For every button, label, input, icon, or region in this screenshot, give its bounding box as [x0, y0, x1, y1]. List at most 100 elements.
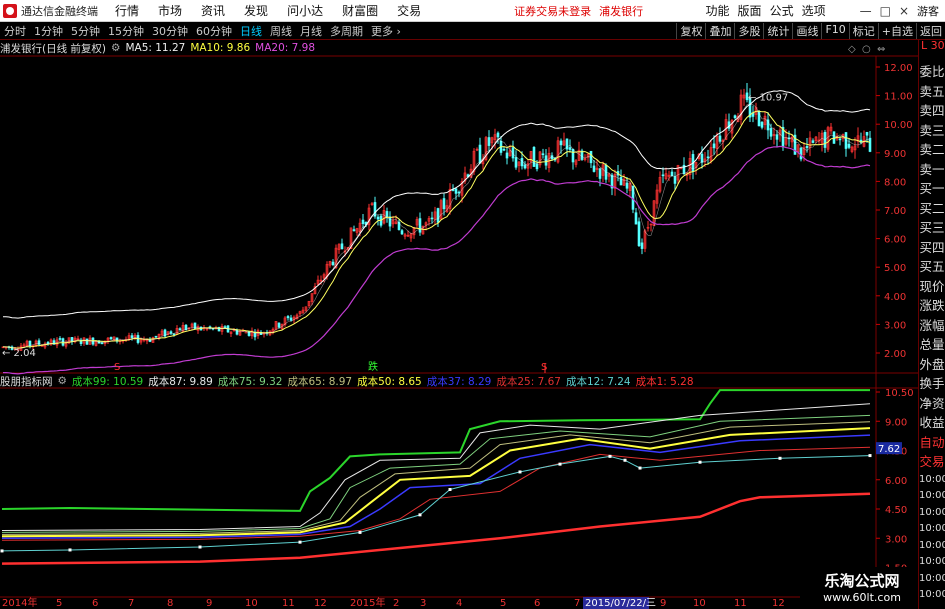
- candle-body: [541, 153, 545, 156]
- chart-title: 浦发银行(日线 前复权): [0, 42, 107, 55]
- side-item-15[interactable]: 外盘: [919, 355, 945, 375]
- side-item-2[interactable]: 卖四: [919, 101, 945, 121]
- ma10-line: [2, 110, 871, 349]
- time-label-18: 10: [693, 598, 706, 609]
- cursor-date: 2015/07/22/三: [585, 598, 656, 609]
- indicator-value-7: 成本12: 7.24: [565, 375, 631, 388]
- candle-body: [805, 146, 809, 149]
- candle-body: [277, 322, 281, 328]
- indicator-value-4: 成本50: 8.65: [357, 375, 422, 388]
- side-item-3[interactable]: 卖三: [919, 121, 945, 141]
- candle-body: [388, 216, 392, 227]
- time-label-3: 7: [128, 598, 134, 609]
- side-item-5[interactable]: 卖一: [919, 160, 945, 180]
- watermark-title: 乐淘公式网: [824, 572, 900, 590]
- time-label-14: 6: [534, 598, 540, 609]
- candle-body: [178, 328, 182, 331]
- candles-group: [1, 82, 872, 353]
- price-tick-8: 4.00: [884, 292, 906, 303]
- cost12-marker: [418, 513, 422, 517]
- candle-body: [442, 198, 446, 210]
- signal-1: 跌: [368, 360, 378, 373]
- price-tick-0: 12.00: [884, 63, 913, 74]
- side-item-7[interactable]: 买二: [919, 199, 945, 219]
- toolbar-btn-8[interactable]: 返回: [916, 22, 945, 39]
- side-item-17[interactable]: 净资: [919, 394, 945, 414]
- candle-body: [376, 216, 380, 220]
- cost12-marker: [518, 470, 522, 474]
- side-item-11[interactable]: 现价: [919, 277, 945, 297]
- time-label-17: 9: [660, 598, 666, 609]
- cost25-line: [1, 446, 871, 541]
- indicator-value-1: 成本87: 9.89: [148, 375, 213, 388]
- candle-body: [523, 164, 527, 169]
- side-item-13[interactable]: 涨幅: [919, 316, 945, 336]
- low-price-label: ← 2.04: [2, 348, 36, 359]
- main-chart-legend: 浦发银行(日线 前复权) ⚙ MA5: 11.27 MA10: 9.86 MA2…: [0, 41, 320, 55]
- ma10-value: MA10: 9.86: [190, 42, 251, 54]
- candle-body: [430, 217, 434, 220]
- time-label-1: 5: [56, 598, 62, 609]
- ma5-line: [2, 104, 871, 349]
- settings-gear-icon[interactable]: ⚙: [111, 42, 120, 54]
- side-item-16[interactable]: 换手: [919, 374, 945, 394]
- candle-body: [733, 115, 737, 119]
- candle-body: [865, 131, 869, 136]
- indicator-gear-icon[interactable]: ⚙: [58, 375, 67, 387]
- side-item-9[interactable]: 买四: [919, 238, 945, 258]
- side-item-12[interactable]: 涨跌: [919, 296, 945, 316]
- candle-body: [520, 158, 524, 167]
- candle-body: [385, 211, 389, 218]
- side-item-6[interactable]: 买一: [919, 179, 945, 199]
- kline-chart-area[interactable]: ◇ ○ ⇔ 12.00 11.00 10.00 9.00 8.00 7.00 6.00 5.00 4.…: [0, 0, 918, 609]
- candle-body: [706, 156, 710, 159]
- candle-body: [571, 149, 575, 163]
- candle-body: [832, 131, 836, 144]
- candle-body: [496, 132, 500, 138]
- indicator-value-5: 成本37: 8.29: [426, 375, 492, 388]
- candle-body: [811, 140, 815, 143]
- watermark: 乐淘公式网 www.60lt.com: [800, 567, 918, 609]
- cost50-line: [1, 427, 871, 538]
- cost12-marker: [558, 462, 562, 466]
- side-item-18[interactable]: 收益: [919, 413, 945, 433]
- candle-body: [760, 121, 764, 128]
- price-tick-2: 10.00: [884, 120, 913, 131]
- side-item-10[interactable]: 买五: [919, 257, 945, 277]
- candle-body: [109, 337, 113, 340]
- cost12-marker: [358, 530, 362, 534]
- time-label-9: 2015年: [350, 596, 385, 609]
- side-item-8[interactable]: 买三: [919, 218, 945, 238]
- candle-body: [436, 208, 440, 223]
- side-item-20[interactable]: 交易: [919, 452, 945, 472]
- side-item-14[interactable]: 总量: [919, 335, 945, 355]
- time-label-2: 6: [92, 598, 98, 609]
- candle-body: [85, 338, 89, 345]
- cost87-line: [1, 403, 871, 531]
- side-item-1[interactable]: 卖五: [919, 82, 945, 102]
- signal-2: S: [541, 362, 547, 373]
- candle-body: [130, 335, 134, 338]
- guest-link[interactable]: 游客: [917, 3, 939, 19]
- ma20-line: [3, 145, 871, 375]
- time-label-7: 11: [282, 598, 295, 609]
- candle-body: [673, 176, 677, 184]
- time-label-4: 8: [167, 598, 173, 609]
- current-value-badge: 7.62: [878, 444, 900, 455]
- indicator-legend: 股朋指标网 ⚙ 成本99: 10.59 成本87: 9.89 成本75: 9.32 成本…: [0, 374, 699, 388]
- side-item-19[interactable]: 自动: [919, 433, 945, 453]
- time-label-12: 4: [456, 598, 462, 609]
- candle-body: [289, 317, 293, 321]
- side-item-4[interactable]: 卖二: [919, 140, 945, 160]
- candle-body: [454, 188, 458, 194]
- time-label-6: 10: [245, 598, 258, 609]
- candle-body: [418, 218, 422, 233]
- cost12-marker: [448, 488, 452, 491]
- candle-body: [625, 182, 629, 189]
- side-item-0[interactable]: 委比: [919, 62, 945, 82]
- side-panel-header: L 300: [921, 40, 945, 52]
- time-label-10: 2: [393, 598, 399, 609]
- cost12-marker: [638, 466, 642, 470]
- cost12-marker: [608, 454, 612, 458]
- watermark-url: www.60lt.com: [823, 591, 901, 604]
